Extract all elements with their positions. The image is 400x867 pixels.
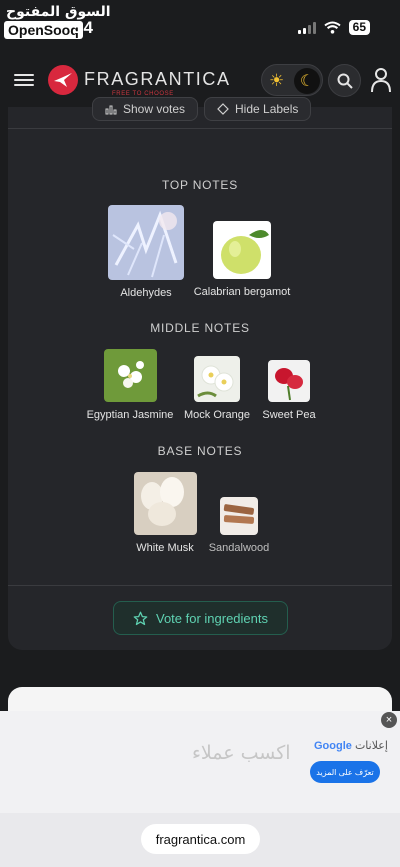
watermark-logo: OpenSooq: [4, 21, 83, 39]
ad-learn-more-button[interactable]: تعرّف على المزيد: [310, 761, 380, 783]
site-header: FRAGRANTICA FREE TO CHOOSE ☀ ☾: [0, 55, 400, 107]
watermark-arabic: السوق المفتوح: [6, 4, 111, 20]
note-label: Aldehydes: [120, 287, 172, 299]
status-time: 14: [74, 18, 93, 37]
wifi-icon: [324, 21, 341, 34]
google-brand: Google: [314, 740, 352, 752]
note-mock-orange[interactable]: Mock Orange: [182, 356, 252, 421]
brand-name[interactable]: FRAGRANTICA: [84, 69, 231, 90]
jasmine-image: [103, 349, 157, 402]
user-account-icon[interactable]: [370, 67, 392, 93]
hamburger-menu-icon[interactable]: [14, 71, 34, 89]
mock-orange-image: [194, 356, 240, 402]
moon-icon: ☾: [294, 68, 320, 94]
status-icons: 65: [297, 20, 370, 35]
note-sandalwood[interactable]: Sandalwood: [204, 497, 274, 554]
note-label: Egyptian Jasmine: [86, 409, 174, 421]
top-notes-title: TOP NOTES: [161, 178, 239, 192]
base-notes-title: BASE NOTES: [157, 444, 243, 458]
note-label: Calabrian bergamot: [193, 286, 291, 298]
note-label: White Musk: [136, 542, 194, 554]
note-label: Sandalwood: [208, 542, 270, 554]
show-votes-button[interactable]: Show votes: [92, 97, 199, 121]
white-musk-image: [133, 472, 197, 535]
star-icon: [133, 611, 148, 625]
bar-chart-icon: [105, 105, 117, 114]
hide-labels-button[interactable]: Hide Labels: [204, 97, 312, 121]
ad-headline[interactable]: اكسب عملاء: [192, 742, 291, 764]
show-votes-label: Show votes: [123, 102, 186, 116]
notes-pyramid-card: Show votes Hide Labels TOP NOTES Aldehyd…: [8, 97, 392, 650]
battery-icon: 65: [348, 20, 370, 35]
address-bar[interactable]: fragrantica.com: [141, 824, 260, 854]
aldehydes-image: [108, 205, 184, 280]
close-ad-icon[interactable]: ×: [381, 712, 397, 728]
status-bar: السوق المفتوح OpenSooq 14 65: [0, 0, 400, 50]
divider: [8, 128, 392, 129]
ad-label: Google إعلانات: [314, 739, 388, 752]
bergamot-image: [213, 221, 271, 279]
note-label: Mock Orange: [183, 409, 251, 421]
tag-icon: [217, 103, 229, 115]
hide-labels-label: Hide Labels: [235, 102, 299, 116]
note-white-musk[interactable]: White Musk: [130, 472, 200, 554]
note-label: Sweet Pea: [262, 409, 316, 421]
sweet-pea-image: [268, 360, 310, 402]
note-aldehydes[interactable]: Aldehydes: [106, 205, 186, 299]
bird-logo-icon[interactable]: [48, 65, 78, 95]
sun-icon: ☀: [269, 71, 285, 90]
signal-icon: [297, 21, 316, 34]
vote-button-label: Vote for ingredients: [155, 610, 269, 626]
search-button[interactable]: [328, 64, 361, 97]
sandalwood-image: [220, 497, 258, 535]
search-icon: [337, 73, 353, 89]
middle-notes-title: MIDDLE NOTES: [150, 321, 250, 335]
note-sweet-pea[interactable]: Sweet Pea: [258, 360, 320, 421]
ad-label-text: إعلانات: [354, 740, 388, 752]
divider: [8, 585, 392, 586]
theme-toggle[interactable]: ☀ ☾: [261, 64, 323, 96]
note-egyptian-jasmine[interactable]: Egyptian Jasmine: [84, 349, 176, 421]
note-calabrian-bergamot[interactable]: Calabrian bergamot: [192, 221, 292, 298]
vote-for-ingredients-button[interactable]: Vote for ingredients: [113, 601, 288, 635]
